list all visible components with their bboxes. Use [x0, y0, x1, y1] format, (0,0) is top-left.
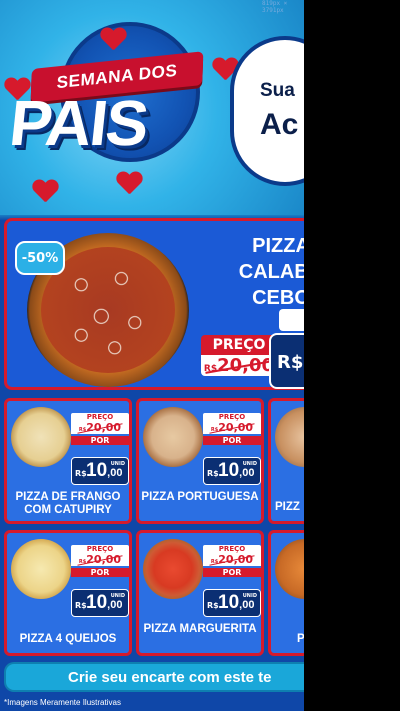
pizza-image: [11, 539, 71, 599]
hero-card-line2: Ac: [260, 108, 299, 141]
product-card-partial: PIZZ: [268, 398, 304, 524]
product-name: PIZZA DE FRANGO COM CATUPIRY: [15, 491, 121, 516]
heart-icon: [116, 172, 142, 194]
discount-badge: -50%: [15, 241, 65, 275]
hero-title: PAIS: [6, 87, 151, 159]
product-card: PREÇO R$20,00 POR R$ 10,00 UNID PIZZA DE…: [4, 398, 132, 524]
feature-label-box: [279, 309, 304, 331]
old-price-tag: PREÇO R$20,00 POR: [203, 413, 261, 445]
feature-title-line: CEBO: [252, 287, 304, 309]
new-price: R$ 10,00 UNID: [203, 589, 261, 617]
product-name: PIZZA PORTUGUESA: [141, 491, 259, 503]
pizza-image: [275, 407, 304, 467]
feature-title-line: CALABR: [238, 261, 304, 283]
dimensions-label: 819px × 3791px: [262, 0, 288, 14]
price-label: PREÇO: [201, 335, 277, 355]
product-card: PREÇO R$20,00 POR R$ 10,00 UNID PIZZA MA…: [136, 530, 264, 656]
pizza-image: [11, 407, 71, 467]
hero-card: Sua Ac: [230, 36, 304, 186]
product-card: PREÇO R$20,00 POR R$ 10,00 UNID PIZZA 4 …: [4, 530, 132, 656]
canvas: SEMANA DOS PAIS Sua Ac -50% PIZZA CALABR…: [0, 0, 400, 711]
hero-banner: SEMANA DOS PAIS Sua Ac: [0, 0, 304, 215]
old-price-tag: PREÇO R$20,00 POR: [71, 413, 129, 445]
old-price-tag: PREÇO R$20,00: [201, 335, 277, 383]
create-flyer-button[interactable]: Crie seu encarte com este te: [4, 662, 304, 692]
old-price-tag: PREÇO R$20,00 POR: [203, 545, 261, 577]
product-card: PREÇO R$20,00 POR R$ 10,00 UNID PIZZA PO…: [136, 398, 264, 524]
new-price: R$ 10,00 UNID: [71, 457, 129, 485]
new-price: R$: [269, 333, 304, 389]
heart-icon: [100, 28, 126, 50]
new-price: R$ 10,00 UNID: [71, 589, 129, 617]
feature-offer: -50% PIZZA CALABR CEBO PREÇO R$20,00 R$: [4, 218, 304, 390]
flyer: SEMANA DOS PAIS Sua Ac -50% PIZZA CALABR…: [0, 0, 304, 711]
old-price-tag: PREÇO R$20,00 POR: [71, 545, 129, 577]
pizza-image: [143, 539, 203, 599]
product-name: PIZZ: [275, 501, 300, 513]
pizza-image: [143, 407, 203, 467]
feature-title-line: PIZZA: [252, 235, 304, 257]
product-card-partial: P: [268, 530, 304, 656]
cta-label: Crie seu encarte com este te: [68, 669, 272, 686]
feature-title: PIZZA CALABR CEBO: [221, 233, 304, 311]
old-price: R$20,00: [201, 355, 277, 376]
new-price: R$ 10,00 UNID: [203, 457, 261, 485]
product-name: PIZZA MARGUERITA: [143, 623, 257, 635]
product-name: PIZZA 4 QUEIJOS: [19, 633, 117, 645]
pizza-image: [275, 539, 304, 599]
product-name: P: [297, 633, 304, 645]
empty-area: [304, 0, 400, 711]
heart-icon: [32, 180, 58, 202]
disclaimer: *Imagens Meramente Ilustrativas: [4, 698, 121, 707]
hero-card-line1: Sua: [260, 80, 295, 101]
